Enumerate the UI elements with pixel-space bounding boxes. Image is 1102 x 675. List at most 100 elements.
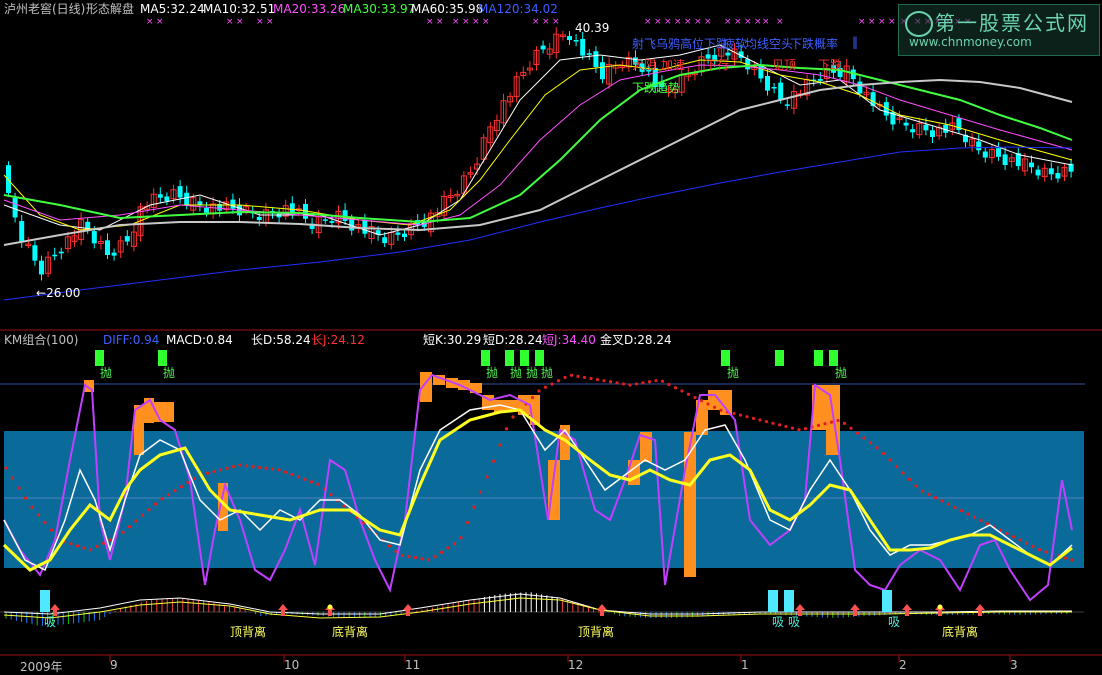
long-j-dot-117: [764, 420, 769, 424]
long-j-dot-121: [790, 426, 795, 430]
candle-body-8: [58, 251, 64, 254]
xi-signal-2: 吸: [788, 615, 801, 629]
candle-body-1: [12, 197, 18, 218]
candle-body-139: [923, 124, 929, 131]
xi-signal-0: 吸: [44, 615, 57, 629]
candle-body-115: [765, 76, 770, 91]
long-j-dot-10: [69, 542, 73, 546]
watermark: 第一股票公式网 www.chnmoney.com: [898, 4, 1100, 56]
long-j-dot-62: [407, 554, 411, 559]
x-mark-28: ×: [858, 17, 866, 27]
top-info-3: MA10:32.51: [203, 2, 276, 16]
long-j-dot-86: [563, 375, 567, 380]
long-j-dot-115: [751, 416, 756, 420]
long-j-dot-97: [634, 382, 639, 386]
candle-body-24: [164, 196, 170, 202]
pattern-label-10: 下跌: [818, 58, 843, 72]
long-j-dot-149: [972, 515, 977, 519]
long-j-dot-82: [537, 389, 541, 393]
top-info-4: MA20:33.26: [273, 2, 346, 16]
long-j-dot-85: [556, 379, 561, 383]
long-j-dot-156: [1018, 538, 1022, 542]
long-j-dot-91: [595, 377, 600, 382]
long-j-dot-43: [283, 470, 288, 474]
x-mark-20: ×: [694, 17, 702, 27]
candle-body-117: [778, 82, 784, 100]
long-j-dot-40: [264, 466, 268, 470]
long-j-dot-71: [465, 520, 470, 525]
candle-body-23: [157, 194, 163, 198]
long-j-dot-105: [686, 392, 691, 396]
candle-body-147: [976, 141, 982, 151]
x-mark-15: ×: [644, 17, 652, 27]
x-mark-9: ×: [462, 17, 470, 27]
x-mark-3: ×: [236, 17, 244, 27]
long-j-dot-27: [179, 484, 184, 489]
x-mark-11: ×: [482, 17, 490, 27]
long-j-dot-114: [745, 415, 749, 419]
long-j-dot-21: [140, 513, 145, 517]
long-j-dot-130: [849, 426, 853, 430]
pao-signal-1: 抛: [163, 366, 176, 380]
candle-body-140: [930, 130, 935, 137]
candle-body-158: [1048, 168, 1054, 175]
long-j-dot-144: [940, 499, 944, 503]
long-j-dot-83: [543, 385, 548, 389]
long-j-dot-2: [17, 486, 21, 490]
long-j-dot-36: [238, 463, 242, 467]
long-j-dot-133: [868, 441, 873, 445]
x-mark-1: ×: [156, 17, 164, 27]
top-info-7: MA120:34.02: [478, 2, 558, 16]
xi-bar-2: [784, 590, 794, 612]
long-j-dot-148: [966, 512, 970, 516]
x-axis-label-1: 9: [110, 658, 118, 672]
long-j-dot-113: [738, 413, 743, 417]
candle-body-26: [177, 186, 183, 198]
long-j-dot-63: [413, 555, 418, 560]
long-j-dot-3: [23, 496, 28, 500]
long-j-dot-163: [1063, 556, 1068, 560]
candle-body-2: [19, 221, 25, 242]
long-j-dot-132: [862, 436, 866, 440]
long-j-dot-44: [290, 472, 294, 477]
candle-body-151: [1002, 154, 1008, 166]
long-j-dot-140: [914, 484, 918, 488]
candle-body-81: [540, 45, 546, 50]
x-mark-24: ×: [744, 17, 752, 27]
pattern-label-11: 下跌趋势: [632, 81, 681, 95]
candle-body-18: [124, 236, 130, 242]
long-j-dot-18: [121, 530, 125, 534]
long-j-dot-164: [1070, 558, 1074, 562]
ma30-line: [3, 63, 1073, 224]
long-j-dot-92: [602, 379, 606, 383]
long-j-dot-88: [576, 374, 580, 378]
candle-body-129: [857, 81, 863, 94]
long-j-dot-87: [569, 373, 574, 377]
long-j-dot-94: [615, 381, 619, 385]
candle-body-13: [91, 231, 97, 244]
long-j-dot-146: [953, 505, 957, 510]
top-info-0: 泸州老窖(日线): [4, 2, 86, 16]
top-info-1: 形态解盘: [86, 2, 135, 16]
long-j-dot-112: [732, 411, 736, 416]
candle-body-7: [52, 254, 58, 257]
long-j-dot-107: [699, 399, 704, 403]
long-j-dot-90: [589, 376, 593, 381]
top-info-2: MA5:32.24: [140, 2, 205, 16]
long-j-dot-139: [907, 477, 912, 482]
long-j-dot-108: [706, 402, 710, 406]
long-j-dot-46: [303, 477, 307, 481]
sub-info-5: 短K:30.29: [423, 333, 482, 347]
x-axis-label-2: 10: [284, 658, 300, 672]
candle-body-123: [817, 79, 823, 81]
x-mark-10: ×: [472, 17, 480, 27]
ma20-line: [3, 64, 1073, 226]
long-j-dot-37: [244, 464, 249, 468]
long-j-dot-69: [452, 542, 457, 546]
long-j-dot-154: [1005, 531, 1009, 536]
long-j-dot-137: [894, 464, 899, 469]
long-j-dot-52: [342, 504, 346, 508]
candle-body-85: [567, 36, 572, 40]
candle-body-5: [39, 260, 44, 275]
x-mark-17: ×: [664, 17, 672, 27]
